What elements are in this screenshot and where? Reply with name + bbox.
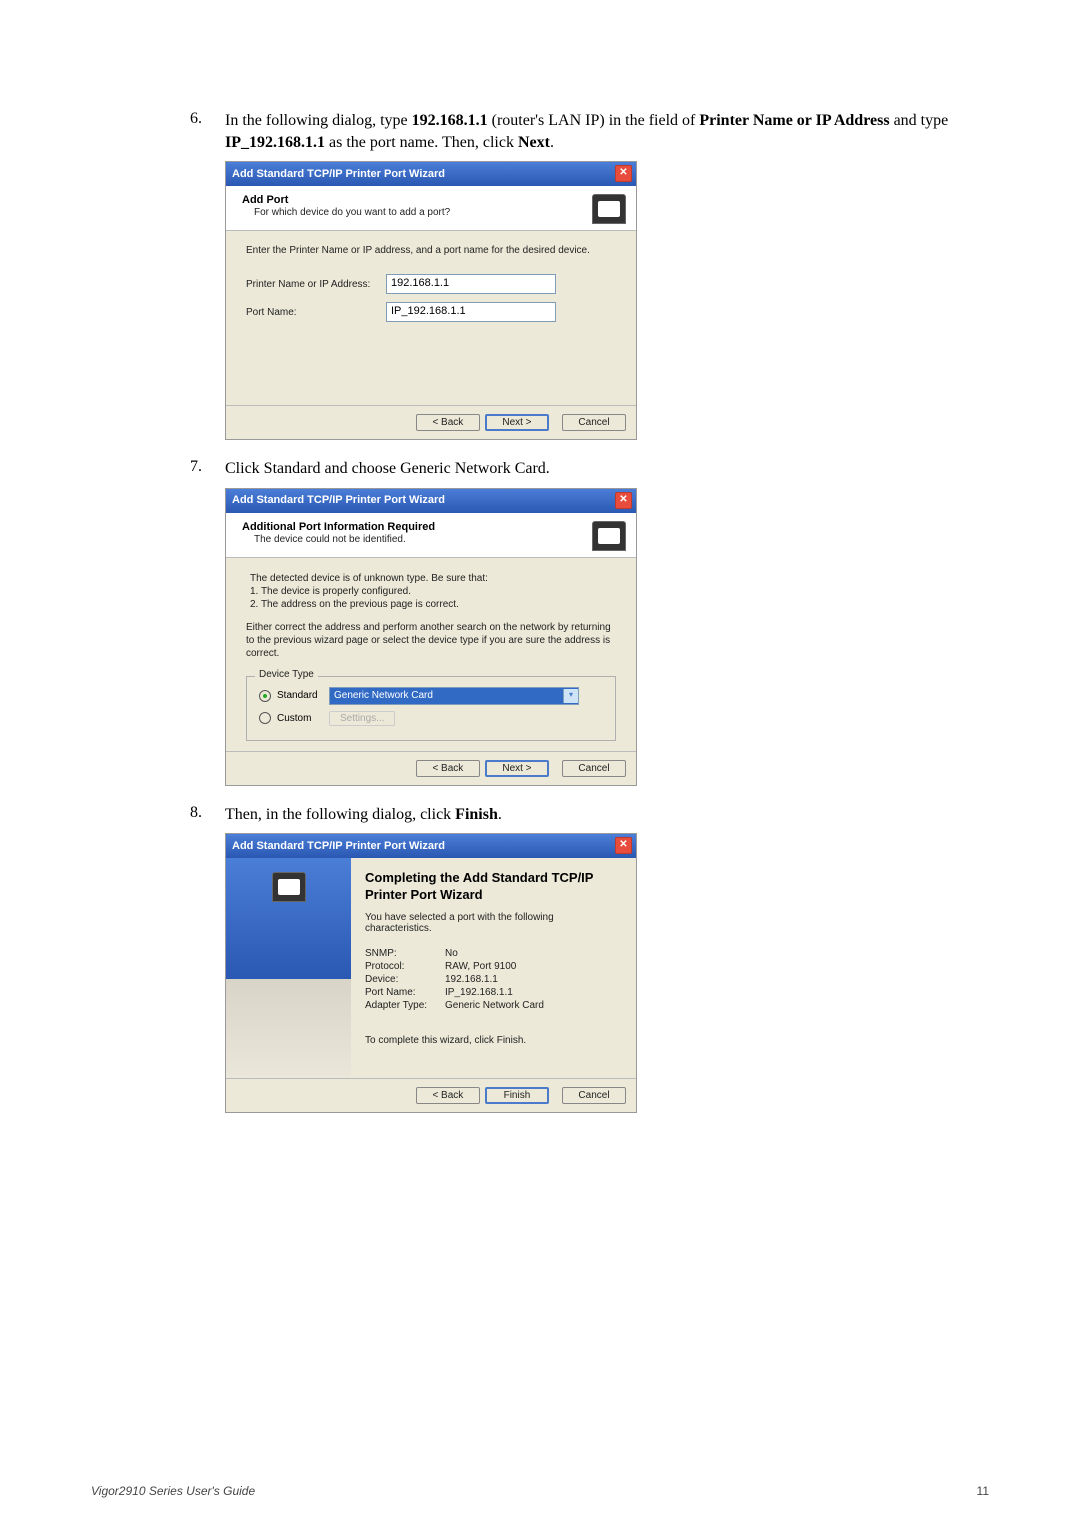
- close-icon[interactable]: ✕: [615, 165, 632, 182]
- close-icon[interactable]: ✕: [615, 492, 632, 509]
- dialog-add-port: Add Standard TCP/IP Printer Port Wizard …: [225, 161, 637, 440]
- step-text: Click Standard and choose Generic Networ…: [225, 458, 990, 480]
- next-button[interactable]: Next >: [485, 760, 549, 777]
- step-number: 8.: [190, 804, 225, 826]
- dialog-device-type: Add Standard TCP/IP Printer Port Wizard …: [225, 488, 637, 786]
- step-6: 6. In the following dialog, type 192.168…: [190, 110, 990, 153]
- header-subtitle: For which device do you want to add a po…: [254, 207, 592, 218]
- info-line: 1. The device is properly configured.: [250, 585, 616, 598]
- dialog-titlebar: Add Standard TCP/IP Printer Port Wizard …: [226, 834, 636, 858]
- header-title: Add Port: [242, 194, 592, 206]
- printer-icon: [272, 872, 306, 902]
- input-ip-address[interactable]: 192.168.1.1: [386, 274, 556, 294]
- step-number: 7.: [190, 458, 225, 480]
- dialog-header: Additional Port Information Required The…: [226, 513, 636, 558]
- group-title: Device Type: [255, 669, 318, 680]
- info-line: The detected device is of unknown type. …: [250, 572, 616, 585]
- cancel-button[interactable]: Cancel: [562, 1087, 626, 1104]
- label-ip-address: Printer Name or IP Address:: [246, 279, 386, 290]
- finish-note: To complete this wizard, click Finish.: [365, 1035, 620, 1046]
- back-button[interactable]: < Back: [416, 760, 480, 777]
- kv-key: Port Name:: [365, 987, 445, 998]
- cancel-button[interactable]: Cancel: [562, 414, 626, 431]
- dialog-titlebar: Add Standard TCP/IP Printer Port Wizard …: [226, 489, 636, 513]
- device-type-group: Device Type Standard Generic Network Car…: [246, 676, 616, 741]
- page-footer: Vigor2910 Series User's Guide 11: [91, 1484, 989, 1498]
- label-port-name: Port Name:: [246, 307, 386, 318]
- input-port-name[interactable]: IP_192.168.1.1: [386, 302, 556, 322]
- header-title: Additional Port Information Required: [242, 521, 592, 533]
- header-subtitle: The device could not be identified.: [254, 534, 592, 545]
- wizard-side-panel: [226, 858, 351, 1078]
- step-7: 7. Click Standard and choose Generic Net…: [190, 458, 990, 480]
- back-button[interactable]: < Back: [416, 1087, 480, 1104]
- intro-text: Enter the Printer Name or IP address, an…: [246, 245, 616, 256]
- info-paragraph: Either correct the address and perform a…: [246, 621, 616, 660]
- kv-key: Protocol:: [365, 961, 445, 972]
- step-number: 6.: [190, 110, 225, 153]
- chevron-down-icon: ▾: [563, 689, 578, 703]
- kv-val: Generic Network Card: [445, 1000, 544, 1011]
- device-type-combo[interactable]: Generic Network Card ▾: [329, 687, 579, 705]
- dialog-title-text: Add Standard TCP/IP Printer Port Wizard: [232, 168, 445, 180]
- page-number: 11: [977, 1484, 989, 1498]
- finish-button[interactable]: Finish: [485, 1087, 549, 1104]
- dialog-titlebar: Add Standard TCP/IP Printer Port Wizard …: [226, 162, 636, 186]
- printer-icon: [592, 194, 626, 224]
- footer-left: Vigor2910 Series User's Guide: [91, 1484, 255, 1498]
- kv-val: RAW, Port 9100: [445, 961, 516, 972]
- back-button[interactable]: < Back: [416, 414, 480, 431]
- finish-title: Completing the Add Standard TCP/IP Print…: [365, 870, 620, 904]
- step-text: Then, in the following dialog, click Fin…: [225, 804, 990, 826]
- kv-val: No: [445, 948, 458, 959]
- radio-standard-label: Standard: [277, 690, 329, 701]
- dialog-finish: Add Standard TCP/IP Printer Port Wizard …: [225, 833, 637, 1113]
- kv-key: Device:: [365, 974, 445, 985]
- radio-custom-label: Custom: [277, 713, 329, 724]
- dialog-title-text: Add Standard TCP/IP Printer Port Wizard: [232, 494, 445, 506]
- info-line: 2. The address on the previous page is c…: [250, 598, 616, 611]
- cancel-button[interactable]: Cancel: [562, 760, 626, 777]
- settings-button: Settings...: [329, 711, 395, 726]
- step-8: 8. Then, in the following dialog, click …: [190, 804, 990, 826]
- close-icon[interactable]: ✕: [615, 837, 632, 854]
- kv-val: IP_192.168.1.1: [445, 987, 513, 998]
- dialog-header: Add Port For which device do you want to…: [226, 186, 636, 231]
- combo-value: Generic Network Card: [334, 690, 433, 701]
- printer-icon: [592, 521, 626, 551]
- finish-subtitle: You have selected a port with the follow…: [365, 912, 620, 934]
- next-button[interactable]: Next >: [485, 414, 549, 431]
- step-text: In the following dialog, type 192.168.1.…: [225, 110, 990, 153]
- kv-key: Adapter Type:: [365, 1000, 445, 1011]
- radio-custom[interactable]: [259, 712, 271, 724]
- kv-val: 192.168.1.1: [445, 974, 498, 985]
- radio-standard[interactable]: [259, 690, 271, 702]
- dialog-title-text: Add Standard TCP/IP Printer Port Wizard: [232, 840, 445, 852]
- kv-key: SNMP:: [365, 948, 445, 959]
